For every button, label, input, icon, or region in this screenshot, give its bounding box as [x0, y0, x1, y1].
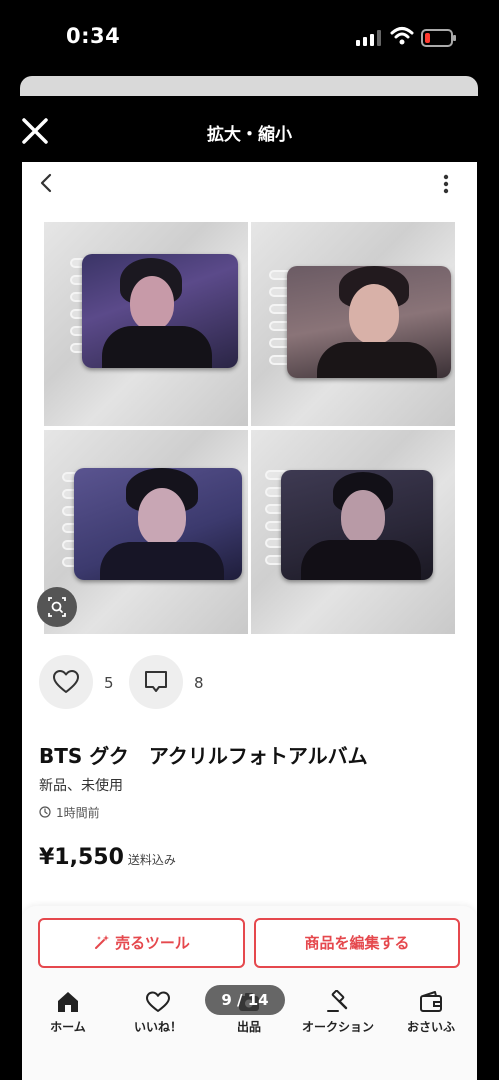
comment-icon [145, 671, 167, 692]
product-photo-2[interactable] [251, 222, 455, 426]
product-price: ¥1,550 送料込み [39, 845, 176, 870]
gavel-icon [327, 990, 348, 1012]
image-search-icon [48, 597, 66, 617]
clock-icon [39, 806, 51, 818]
edit-item-button[interactable]: 商品を編集する [254, 918, 460, 968]
wifi-icon [390, 27, 414, 45]
price-value: ¥1,550 [39, 845, 124, 870]
status-time: 0:34 [66, 24, 121, 48]
heart-icon [146, 991, 170, 1012]
home-icon [58, 992, 78, 1012]
tab-likes[interactable]: いいね！ [118, 990, 198, 1035]
visual-search-button[interactable] [37, 587, 77, 627]
back-chevron-icon[interactable] [36, 172, 58, 194]
modal-title: 拡大・縮小 [207, 125, 292, 145]
tab-sell-label: 出品 [236, 1020, 261, 1034]
zoomed-screenshot[interactable]: 5 8 BTS グク アクリルフォトアルバム 新品、未使用 1時間前 ¥1,55… [22, 162, 477, 1080]
modal-header: 拡大・縮小 [0, 96, 499, 162]
tab-likes-label: いいね！ [133, 1020, 182, 1034]
posted-time: 1時間前 [39, 804, 100, 821]
heart-icon [53, 670, 79, 693]
wallet-icon [420, 991, 442, 1012]
sheet-handle [20, 76, 478, 96]
like-count: 5 [104, 674, 114, 692]
comment-button[interactable] [129, 655, 183, 709]
like-button[interactable] [39, 655, 93, 709]
more-options-icon[interactable] [438, 172, 454, 196]
tab-auction[interactable]: オークション [298, 990, 378, 1035]
posted-time-text: 1時間前 [56, 806, 100, 820]
status-bar: 0:34 [0, 0, 499, 70]
tab-wallet-label: おさいふ [406, 1020, 455, 1034]
cellular-signal-icon [356, 30, 381, 46]
product-condition: 新品、未使用 [39, 778, 123, 794]
product-photo-4[interactable] [251, 430, 455, 634]
shipping-note: 送料込み [127, 853, 176, 867]
product-photo-1[interactable] [44, 222, 248, 426]
tab-wallet[interactable]: おさいふ [391, 990, 471, 1035]
tab-home-label: ホーム [50, 1020, 86, 1034]
comment-count: 8 [194, 674, 204, 692]
sell-tool-button[interactable]: 売るツール [38, 918, 245, 968]
battery-low-icon [421, 29, 456, 47]
tab-home[interactable]: ホーム [28, 990, 108, 1035]
page-indicator: 9 / 14 [205, 985, 285, 1015]
sell-tool-label: 売るツール [115, 934, 190, 952]
edit-item-label: 商品を編集する [304, 934, 410, 952]
product-title: BTS グク アクリルフォトアルバム [39, 744, 368, 768]
tab-auction-label: オークション [301, 1020, 374, 1034]
magic-wand-icon [95, 935, 110, 949]
